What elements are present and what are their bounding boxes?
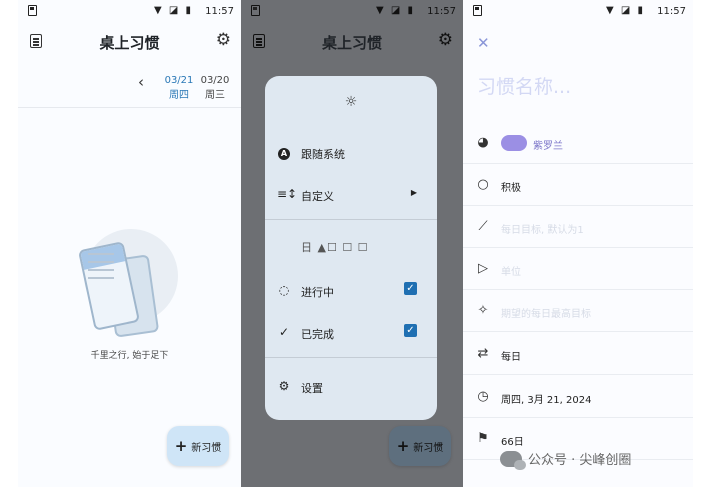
- plus-icon: +: [174, 437, 188, 455]
- date-column-previous[interactable]: 03/20 周三: [200, 73, 230, 103]
- app-bar: 桌上习惯 ⚙: [241, 26, 463, 58]
- circle-icon: ○: [477, 177, 489, 192]
- menu-item-label: 跟随系统: [301, 148, 345, 161]
- notification-icon: [28, 5, 37, 16]
- glitched-row: 日 ▲☐ ☐ ☐: [301, 241, 369, 254]
- flag-icon: ⚑: [477, 431, 489, 446]
- max-target-input[interactable]: 期望的每日最高目标: [501, 305, 591, 320]
- menu-item-custom[interactable]: ≡↕ 自定义 ▶: [265, 178, 437, 212]
- color-row[interactable]: ◕ 紫罗兰: [463, 122, 693, 164]
- watermark-text: 公众号 · 尖峰创圈: [528, 453, 632, 468]
- custom-sort-icon: ≡↕: [277, 187, 298, 201]
- dropdown-menu: ☼ A 跟随系统 ≡↕ 自定义 ▶ 日 ▲☐ ☐ ☐ ◌ 进行中 ✓ ✓ 已完成…: [265, 76, 437, 420]
- status-bar: ▼ ◪ ▮ 11:57: [463, 0, 693, 24]
- new-habit-button[interactable]: + 新习惯: [389, 426, 451, 466]
- daily-target-input[interactable]: 每日目标, 默认为1: [501, 221, 584, 236]
- notification-icon: [473, 5, 482, 16]
- label-tag-icon: ▷: [478, 261, 488, 276]
- weekday-label: 周三: [205, 90, 225, 101]
- habit-name-input[interactable]: 习惯名称...: [477, 72, 571, 99]
- app-bar: 桌上习惯 ⚙: [18, 26, 241, 58]
- status-icons: ▼ ◪ ▮: [154, 5, 193, 16]
- settings-gear-icon[interactable]: ⚙: [216, 30, 231, 50]
- menu-item-follow-system[interactable]: A 跟随系统: [265, 136, 437, 170]
- menu-item-label: 已完成: [301, 328, 334, 341]
- weekday-label: 周四: [169, 90, 189, 101]
- new-habit-label: 新习惯: [413, 442, 444, 454]
- frequency-row[interactable]: ⇄ 每日: [463, 333, 693, 375]
- unit-input[interactable]: 单位: [501, 263, 521, 278]
- menu-item-in-progress[interactable]: ◌ 进行中 ✓: [265, 274, 437, 308]
- progress-circle-icon: ◌: [278, 283, 290, 297]
- check-circle-icon: ✓: [278, 325, 290, 339]
- status-icons: ▼ ◪ ▮: [606, 5, 645, 16]
- submenu-arrow-icon: ▶: [410, 188, 417, 197]
- unit-row[interactable]: ▷ 单位: [463, 248, 693, 290]
- menu-item-label: 自定义: [301, 190, 334, 203]
- habit-type-row[interactable]: ○ 积极: [463, 164, 693, 206]
- menu-item-settings[interactable]: ⚙ 设置: [265, 370, 437, 404]
- clock-icon: ◷: [477, 389, 489, 404]
- color-swatch: [501, 135, 527, 151]
- start-date-row[interactable]: ◷ 周四, 3月 21, 2024: [463, 376, 693, 418]
- date-label: 03/20: [200, 75, 230, 86]
- status-time: 11:57: [427, 6, 456, 17]
- max-target-row[interactable]: ✧ 期望的每日最高目标: [463, 290, 693, 332]
- auto-theme-icon: A: [278, 148, 290, 160]
- menu-item-label: 进行中: [301, 286, 334, 299]
- color-label: 紫罗兰: [533, 141, 563, 152]
- gear-icon: ⚙: [278, 379, 290, 393]
- daily-target-row[interactable]: ⟋ 每日目标, 默认为1: [463, 206, 693, 248]
- date-column-current[interactable]: 03/21 周四: [164, 73, 194, 103]
- completed-checkbox[interactable]: ✓: [404, 324, 417, 337]
- notification-icon: [251, 5, 260, 16]
- status-time: 11:57: [657, 6, 686, 17]
- palette-icon: ◕: [477, 135, 489, 150]
- new-habit-button[interactable]: + 新习惯: [167, 426, 229, 466]
- frequency-label: 每日: [501, 352, 521, 363]
- status-bar: ▼ ◪ ▮ 11:57: [18, 0, 241, 24]
- settings-gear-icon[interactable]: ⚙: [438, 30, 453, 50]
- repeat-icon: ⇄: [477, 346, 489, 361]
- app-title: 桌上习惯: [321, 34, 382, 52]
- menu-item-label: 设置: [301, 382, 323, 395]
- menu-item-completed[interactable]: ✓ 已完成 ✓: [265, 316, 437, 350]
- menu-divider: [265, 219, 437, 220]
- status-icons: ▼ ◪ ▮: [376, 5, 415, 16]
- watermark: 公众号 · 尖峰创圈: [500, 449, 632, 470]
- date-label: 03/21: [164, 75, 194, 86]
- habit-editor-screen: ▼ ◪ ▮ 11:57 ✕ 习惯名称... ◕ 紫罗兰 ○ 积极 ⟋ 每日目标,…: [463, 0, 693, 487]
- plus-icon: +: [396, 437, 410, 455]
- empty-state-illustration: [77, 225, 178, 338]
- menu-overlay-screen: ▼ ◪ ▮ 11:57 桌上习惯 ⚙ + 新习惯 ☼ A 跟随系统 ≡↕ 自定义…: [241, 0, 463, 487]
- date-bar: ‹ 03/21 周四 03/20 周三: [18, 68, 241, 108]
- new-habit-label: 新习惯: [191, 442, 222, 454]
- wechat-icon: [500, 450, 526, 470]
- start-date-label: 周四, 3月 21, 2024: [501, 395, 592, 406]
- brightness-icon: ☼: [344, 94, 358, 110]
- menu-divider: [265, 357, 437, 358]
- sparkle-trend-icon: ✧: [477, 303, 489, 318]
- empty-state-text: 千里之行, 始于足下: [90, 351, 169, 361]
- close-icon[interactable]: ✕: [477, 34, 490, 52]
- trend-icon: ⟋: [478, 219, 488, 234]
- app-title: 桌上习惯: [99, 34, 160, 52]
- habit-type-label: 积极: [501, 183, 521, 194]
- habit-list-screen: ▼ ◪ ▮ 11:57 桌上习惯 ⚙ ‹ 03/21 周四 03/20 周三 千…: [18, 0, 241, 487]
- in-progress-checkbox[interactable]: ✓: [404, 282, 417, 295]
- duration-label: 66日: [501, 437, 524, 448]
- status-time: 11:57: [205, 6, 234, 17]
- chevron-left-icon[interactable]: ‹: [138, 73, 144, 91]
- status-bar: ▼ ◪ ▮ 11:57: [241, 0, 463, 24]
